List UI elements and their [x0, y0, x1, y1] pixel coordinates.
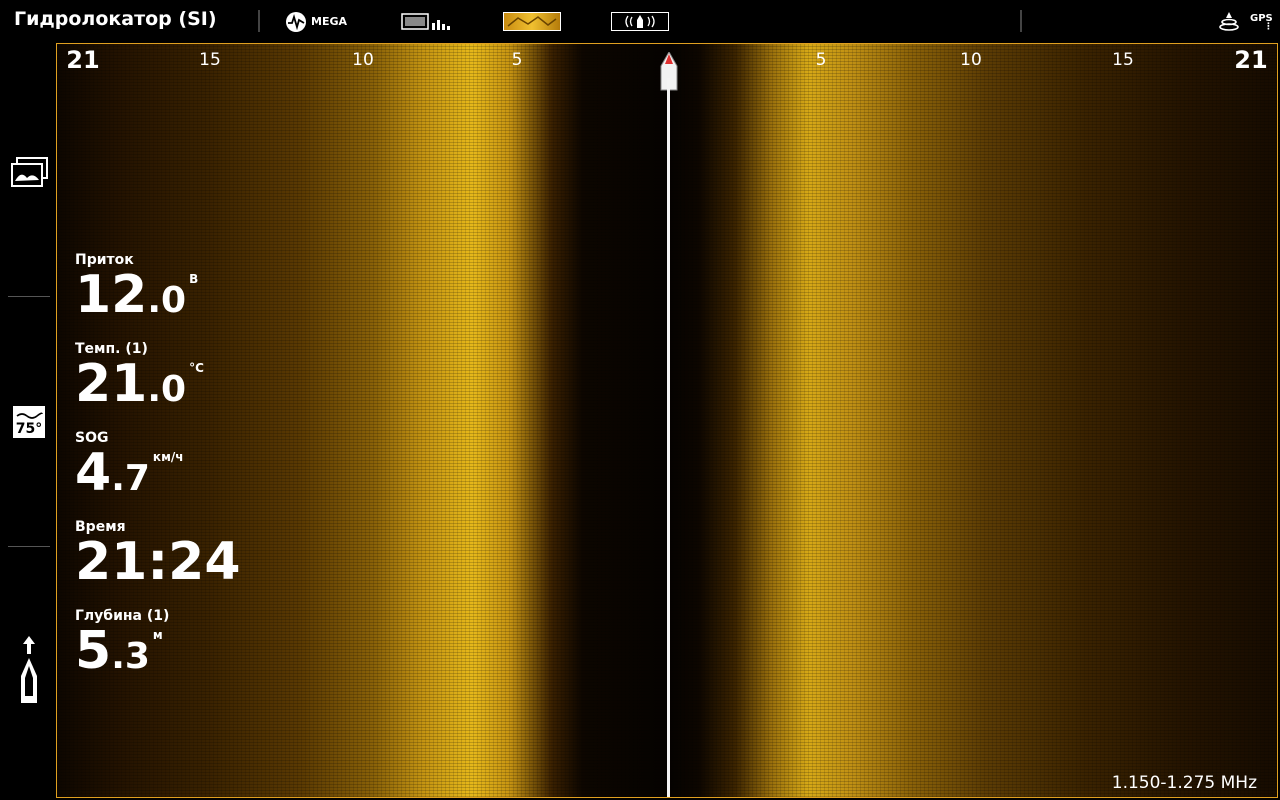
temperature-icon-label: 75°: [16, 421, 42, 437]
readout-unit: В: [189, 272, 199, 286]
sidebar-divider: [8, 296, 50, 297]
readout-unit: м: [152, 628, 163, 642]
satellite-icon[interactable]: [1218, 10, 1240, 38]
views-icon[interactable]: [11, 156, 49, 194]
frequency-readout: 1.150-1.275 MHz: [1111, 773, 1257, 793]
view-title[interactable]: Гидролокатор (SI): [14, 8, 217, 30]
range-scale-right-max: 21: [1234, 46, 1268, 74]
boat-track-line: [667, 78, 670, 797]
range-scale-right-5: 5: [815, 50, 827, 70]
boat-heading-icon[interactable]: [18, 636, 40, 710]
readout-int: 12: [75, 265, 148, 325]
gps-status[interactable]: GPS ⋮: [1250, 13, 1273, 32]
sidebar-divider: [8, 546, 50, 547]
readout-dec: .0: [147, 369, 187, 410]
top-bar: Гидролокатор (SI) MEGA GPS ⋮: [0, 0, 1280, 42]
side-beam-icon[interactable]: [611, 12, 669, 35]
sonar-chart-icon[interactable]: [401, 12, 451, 36]
left-sidebar: 75°: [0, 44, 56, 800]
topbar-divider: [1020, 10, 1022, 32]
mega-label: MEGA: [311, 15, 348, 28]
gps-signal-icon: ⋮: [1264, 22, 1273, 32]
range-scale-left-5: 5: [511, 50, 523, 70]
readout-value: 4.7км/ч: [75, 447, 184, 499]
readout-dec: .7: [111, 458, 150, 499]
range-scale-left-15: 15: [199, 50, 221, 70]
readout-int: 4: [75, 443, 112, 503]
sonar-left-channel: [57, 44, 668, 797]
mega-sonar-icon[interactable]: [285, 11, 307, 37]
sonar-screen: Гидролокатор (SI) MEGA GPS ⋮ 75° 21 15 1…: [0, 0, 1280, 800]
range-scale-right-10: 10: [960, 50, 982, 70]
topbar-divider: [258, 10, 260, 32]
side-imaging-icon[interactable]: [503, 12, 561, 35]
readout-value: 21:24: [75, 536, 244, 588]
readout-value: 5.3м: [75, 625, 163, 677]
readout-value: 12.0В: [75, 269, 198, 321]
temperature-icon[interactable]: 75°: [12, 405, 46, 443]
readout-dec: .3: [111, 636, 150, 677]
readout-unit: км/ч: [152, 450, 184, 464]
range-scale-left-max: 21: [66, 46, 100, 74]
readout-dec: .0: [147, 280, 187, 321]
readout-unit: °C: [189, 361, 204, 375]
readout-int: 5: [75, 621, 112, 681]
side-imaging-view[interactable]: 21 15 10 5 5 10 15 21 Приток 12.0В Темп.…: [56, 43, 1278, 798]
readout-value: 21.0°C: [75, 358, 204, 410]
readout-int: 21: [75, 354, 148, 414]
range-scale-right-15: 15: [1112, 50, 1134, 70]
readout-int: 21:24: [75, 532, 241, 592]
range-scale-left-10: 10: [352, 50, 374, 70]
sonar-right-channel: [668, 44, 1277, 797]
